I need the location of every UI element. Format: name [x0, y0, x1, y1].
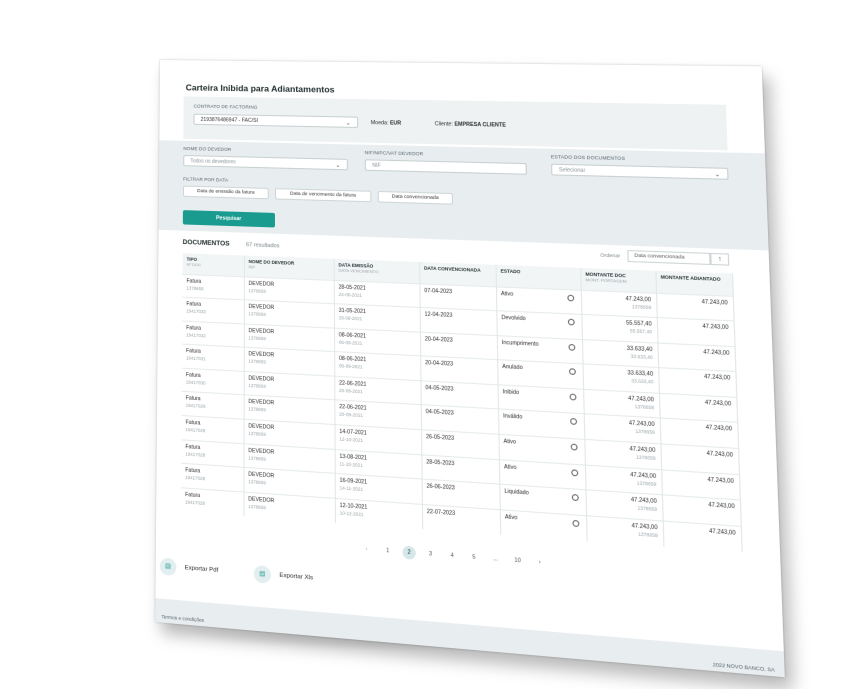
chevron-down-icon: ⌄	[345, 120, 351, 127]
page-link-active[interactable]: 2	[402, 545, 416, 560]
documents-table: TIPO Nº DOC NOME DO DEVEDOR NIF DATA EMISS…	[180, 253, 742, 553]
cell-dates: 28-05-2021 24-08-2021	[333, 279, 420, 308]
cell-type: Fatura 19417031	[181, 344, 244, 372]
state-select-value: Selecionar	[558, 167, 586, 175]
contract-select[interactable]: 2193876486947 - FAC/SI ⌄	[193, 113, 359, 129]
page-link[interactable]: 4	[442, 549, 462, 564]
debtor-select-value: Todos os devedores	[190, 158, 236, 166]
cell-advanced: 47.243,00	[656, 317, 735, 347]
page-link[interactable]: 5	[464, 550, 484, 565]
debtor-label: NOME DO DEVEDOR	[183, 145, 232, 153]
pdf-file-icon: ▤	[159, 557, 177, 577]
cell-agreed-date: 07-04-2023	[419, 283, 497, 311]
document-page: Carteira Inibida para Adiantamentos CONT…	[155, 60, 785, 678]
pagination: ‹ 1 2 3 4 5 ... 10 ›	[357, 542, 551, 570]
cell-type: Fatura 1378659	[182, 273, 244, 300]
pagination-next[interactable]: ›	[529, 555, 550, 570]
cell-amount: 47.243,00 1378659	[586, 515, 664, 547]
export-xls-button[interactable]: ▤ Exportar Xls	[253, 564, 314, 587]
currency-value: EUR	[389, 120, 402, 127]
cell-dates: 12-10-2021 10-12-2021	[334, 498, 423, 530]
view-icon[interactable]	[569, 418, 577, 426]
currency-label: Moeda:	[370, 119, 389, 127]
nif-input[interactable]: NIF	[364, 159, 527, 175]
column-header[interactable]: DATA CONVENCIONADA	[419, 261, 496, 287]
view-icon[interactable]	[568, 393, 576, 401]
page-link[interactable]: 10	[507, 553, 528, 568]
chevron-down-icon: ⌄	[714, 171, 721, 179]
contract-label: CONTRATO DE FACTORING	[193, 103, 258, 110]
date-pill-agreed[interactable]: Data convencionada	[377, 190, 454, 205]
documents-count: 67 resultados	[246, 242, 280, 250]
export-xls-label: Exportar Xls	[279, 572, 314, 582]
view-icon[interactable]	[566, 294, 574, 301]
client-label: Cliente:	[434, 121, 453, 128]
debtor-select[interactable]: Todos os devedores ⌄	[183, 155, 348, 171]
view-icon[interactable]	[571, 494, 579, 502]
cell-amount: 55.557,40 55.557,40	[581, 314, 658, 343]
cell-state: Ativo	[495, 286, 582, 315]
view-icon[interactable]	[568, 368, 576, 376]
cell-type: Fatura 19417033	[182, 297, 244, 324]
terms-link[interactable]: Termos e condições	[161, 614, 204, 623]
cell-amount: 33.633,40 33.633,40	[581, 339, 659, 368]
cell-type: Fatura 19417030	[181, 368, 244, 396]
xls-file-icon: ▤	[253, 564, 271, 584]
currency-info: Moeda: EUR	[371, 120, 401, 127]
view-icon[interactable]	[570, 443, 578, 451]
page-link[interactable]: 1	[378, 544, 398, 559]
cell-amount: 47.243,00 1378659	[580, 289, 657, 318]
screenshot-stage: Carteira Inibida para Adiantamentos CONT…	[0, 0, 864, 689]
column-header[interactable]: TIPO Nº DOC	[182, 253, 244, 277]
filter-section: NOME DO DEVEDOR Todos os devedores ⌄ NIF…	[158, 140, 769, 251]
cell-advanced: 47.243,00	[657, 342, 736, 372]
cell-advanced: 47.243,00	[655, 292, 734, 321]
export-pdf-label: Exportar Pdf	[184, 564, 219, 575]
chevron-down-icon: ⌄	[335, 162, 341, 170]
cell-type: Fatura 19417028	[180, 487, 244, 517]
copyright: 2022 NOVO BANCO, SA	[712, 661, 775, 673]
client-value: EMPRESA CLIENTE	[454, 121, 506, 129]
sort-select[interactable]: Data convencionada	[627, 250, 711, 266]
contract-select-value: 2193876486947 - FAC/SI	[200, 116, 258, 125]
state-label: ESTADO DOS DOCUMENTOS	[550, 154, 626, 162]
pagination-prev[interactable]: ‹	[357, 542, 377, 557]
cell-advanced: 47.243,00	[662, 520, 742, 553]
column-header[interactable]: MONTANTE DOC MONT. PORTAGEM	[580, 267, 656, 293]
view-icon[interactable]	[570, 468, 578, 476]
nif-placeholder: NIF	[372, 162, 381, 170]
column-header[interactable]: MONTANTE ADIANTADO	[655, 270, 733, 296]
documents-title: DOCUMENTOS	[182, 238, 230, 248]
nif-label: NIF/NIPC/VAT DEVEDOR	[364, 149, 424, 157]
view-icon[interactable]	[571, 519, 579, 527]
sort-label: Ordenar	[600, 253, 621, 260]
cell-debtor: DEVEDOR 1378659	[243, 491, 335, 523]
date-filter-label: FILTRAR POR DATA	[183, 176, 229, 183]
date-pill-due[interactable]: Data de vencimento da fatura	[274, 188, 372, 203]
cell-agreed-date: 12-04-2023	[419, 307, 497, 336]
state-select[interactable]: Selecionar ⌄	[551, 163, 729, 180]
cell-agreed-date: 22-07-2023	[421, 504, 501, 535]
search-button[interactable]: Pesquisar	[182, 210, 275, 228]
cell-type: Fatura 19417029	[181, 391, 244, 420]
page-title: Carteira Inibida para Adiantamentos	[185, 82, 335, 95]
export-pdf-button[interactable]: ▤ Exportar Pdf	[159, 557, 219, 580]
view-icon[interactable]	[567, 318, 575, 326]
page-link[interactable]: 3	[421, 547, 441, 562]
page-ellipsis: ...	[493, 555, 499, 563]
cell-type: Fatura 19417032	[181, 320, 244, 348]
cell-state: Ativo	[499, 509, 587, 542]
date-pill-emission[interactable]: Data de emissão da fatura	[182, 185, 269, 200]
client-info: Cliente: EMPRESA CLIENTE	[435, 121, 506, 129]
arrow-up-icon[interactable]: ↑	[710, 252, 730, 266]
view-icon[interactable]	[567, 343, 575, 351]
